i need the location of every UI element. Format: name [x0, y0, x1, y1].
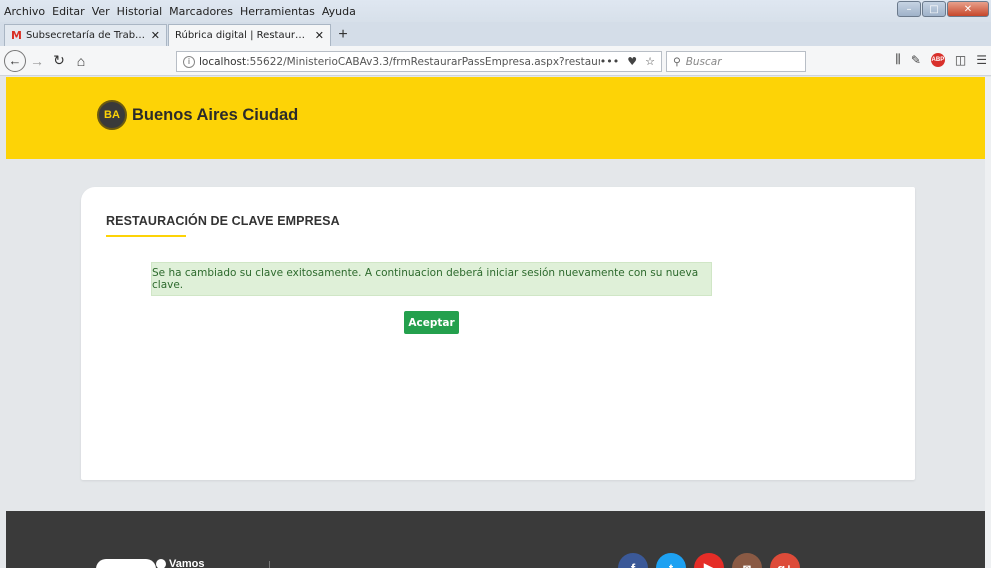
url-bar[interactable]: i localhost:55622/MinisterioCABAv3.3/frm… — [176, 51, 662, 72]
navigation-bar: ← → ↻ ⌂ i localhost:55622/MinisterioCABA… — [0, 46, 991, 76]
home-icon[interactable]: ⌂ — [70, 50, 92, 72]
info-icon[interactable]: i — [183, 55, 195, 68]
googleplus-icon[interactable]: g+ — [770, 553, 800, 568]
accept-button[interactable]: Aceptar — [404, 311, 459, 334]
site-footer: Vamos f t ▶ ◙ g+ — [6, 511, 991, 568]
social-links: f t ▶ ◙ g+ — [618, 553, 800, 568]
tab-subsecretaria[interactable]: M Subsecretaría de Trabajo, Indu: ✕ — [4, 24, 167, 46]
tab-bar: M Subsecretaría de Trabajo, Indu: ✕ Rúbr… — [0, 22, 991, 46]
menu-historial[interactable]: Historial — [117, 5, 162, 18]
facebook-icon[interactable]: f — [618, 553, 648, 568]
menu-ver[interactable]: Ver — [92, 5, 110, 18]
menu-ayuda[interactable]: Ayuda — [322, 5, 356, 18]
menu-archivo[interactable]: Archivo — [4, 5, 45, 18]
url-text: localhost:55622/MinisterioCABAv3.3/frmRe… — [199, 55, 600, 68]
close-tab-icon[interactable]: ✕ — [315, 29, 324, 42]
page-scrollbar[interactable] — [985, 77, 991, 568]
menu-editar[interactable]: Editar — [52, 5, 85, 18]
footer-divider — [269, 561, 270, 568]
hamburger-menu-icon[interactable]: ☰ — [976, 53, 987, 67]
page-viewport: BA Buenos Aires Ciudad RESTAURACIÓN DE C… — [6, 77, 991, 568]
window-controls: – □ ✕ — [896, 1, 989, 17]
footer-vamos: Vamos — [156, 558, 204, 568]
sidebar-icon[interactable]: ◫ — [955, 53, 966, 67]
tab-title: Rúbrica digital | Restauración de cl — [175, 30, 311, 41]
success-message: Se ha cambiado su clave exitosamente. A … — [152, 267, 699, 291]
menu-marcadores[interactable]: Marcadores — [169, 5, 233, 18]
page-title: RESTAURACIÓN DE CLAVE EMPRESA — [106, 214, 340, 228]
instagram-icon[interactable]: ◙ — [732, 553, 762, 568]
menu-bar: Archivo Editar Ver Historial Marcadores … — [0, 0, 991, 22]
url-actions: ••• ♥ ☆ — [600, 55, 655, 68]
back-icon[interactable]: ← — [4, 49, 26, 72]
close-window-button[interactable]: ✕ — [947, 1, 989, 17]
content-card: RESTAURACIÓN DE CLAVE EMPRESA Se ha camb… — [81, 187, 915, 480]
menu-herramientas[interactable]: Herramientas — [240, 5, 315, 18]
site-logo[interactable]: BA Buenos Aires Ciudad — [97, 100, 298, 130]
gmail-icon: M — [11, 29, 22, 42]
minimize-button[interactable]: – — [897, 1, 921, 17]
twitter-icon[interactable]: t — [656, 553, 686, 568]
tab-rubrica[interactable]: Rúbrica digital | Restauración de cl ✕ — [168, 24, 331, 46]
vamos-dot-icon — [156, 559, 166, 568]
search-placeholder: Buscar — [685, 55, 722, 68]
new-tab-button[interactable]: + — [332, 24, 354, 46]
brand-name: Buenos Aires Ciudad — [132, 105, 299, 124]
adblock-icon[interactable]: ABP — [930, 52, 945, 67]
title-underline — [106, 235, 186, 237]
search-icon: ⚲ — [673, 55, 681, 68]
vamos-text: Vamos — [169, 558, 205, 568]
close-tab-icon[interactable]: ✕ — [151, 29, 160, 42]
search-input[interactable]: ⚲ Buscar — [666, 51, 806, 72]
reload-icon[interactable]: ↻ — [48, 50, 70, 72]
youtube-icon[interactable]: ▶ — [694, 553, 724, 568]
forward-icon[interactable]: → — [26, 50, 48, 72]
tab-title: Subsecretaría de Trabajo, Indu: — [25, 30, 147, 41]
maximize-button[interactable]: □ — [922, 1, 946, 17]
footer-logo — [96, 559, 156, 568]
page-actions-icon[interactable]: ••• — [600, 55, 619, 68]
pocket-icon[interactable]: ♥ — [627, 55, 637, 68]
library-icon[interactable]: ⫼ — [895, 52, 901, 67]
site-header: BA Buenos Aires Ciudad — [6, 77, 991, 159]
extension-icon[interactable]: ✎ — [911, 53, 921, 67]
success-alert: Se ha cambiado su clave exitosamente. A … — [151, 262, 712, 296]
toolbar-icons: ⫼ ✎ ABP ◫ ☰ — [895, 52, 987, 67]
bookmark-star-icon[interactable]: ☆ — [645, 55, 655, 68]
city-seal-icon: BA — [97, 100, 127, 130]
